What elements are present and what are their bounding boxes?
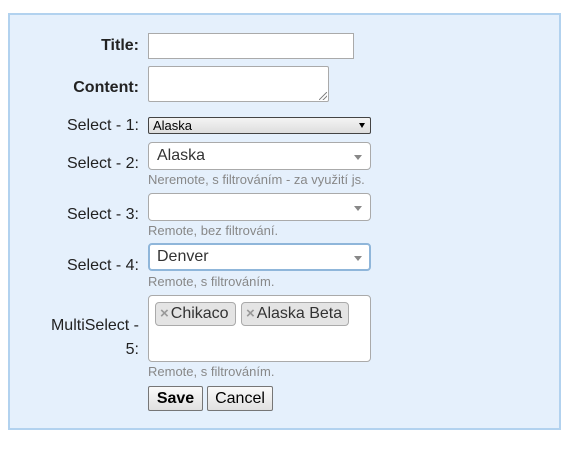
dropdown-arrow-icon <box>354 155 362 160</box>
content-textarea[interactable] <box>148 66 329 102</box>
select-2-value: Alaska <box>157 147 206 164</box>
save-button[interactable]: Save <box>148 386 203 411</box>
remove-tag-icon[interactable]: × <box>246 305 255 322</box>
select-1-value: Alaska <box>153 118 193 133</box>
select-4-dropdown[interactable]: Denver <box>148 243 371 271</box>
select-2-help: Neremote, s filtrováním - za využití js. <box>148 172 365 187</box>
title-input[interactable] <box>148 33 354 59</box>
dropdown-arrow-icon <box>354 256 362 261</box>
resize-grip-icon[interactable] <box>319 92 327 100</box>
select-3-dropdown[interactable] <box>148 193 371 221</box>
cancel-button[interactable]: Cancel <box>207 386 273 411</box>
tag-label: Chikaco <box>170 305 229 322</box>
content-label: Content: <box>73 79 139 96</box>
tag-chikaco: × Chikaco <box>155 302 236 326</box>
tag-label: Alaska Beta <box>256 305 343 322</box>
select-4-help: Remote, s filtrováním. <box>148 274 275 289</box>
remove-tag-icon[interactable]: × <box>160 305 169 322</box>
select-2-dropdown[interactable]: Alaska <box>148 142 371 170</box>
multiselect-5-label-line2: 5: <box>125 341 139 358</box>
dropdown-arrow-icon <box>359 123 365 128</box>
select-3-help: Remote, bez filtrování. <box>148 223 279 238</box>
dropdown-arrow-icon <box>354 206 362 211</box>
select-2-label: Select - 2: <box>66 155 139 172</box>
select-4-label: Select - 4: <box>66 257 139 274</box>
multiselect-5-label-line1: MultiSelect - <box>50 317 139 334</box>
select-4-value: Denver <box>157 248 209 265</box>
select-1-label: Select - 1: <box>66 117 139 134</box>
select-1-dropdown[interactable]: Alaska <box>148 117 371 134</box>
multiselect-5-help: Remote, s filtrováním. <box>148 364 275 379</box>
title-label: Title: <box>101 37 139 54</box>
select-3-label: Select - 3: <box>66 206 139 223</box>
tag-alaska-beta: × Alaska Beta <box>241 302 350 326</box>
multiselect-5-box[interactable]: × Chikaco × Alaska Beta <box>148 295 371 362</box>
